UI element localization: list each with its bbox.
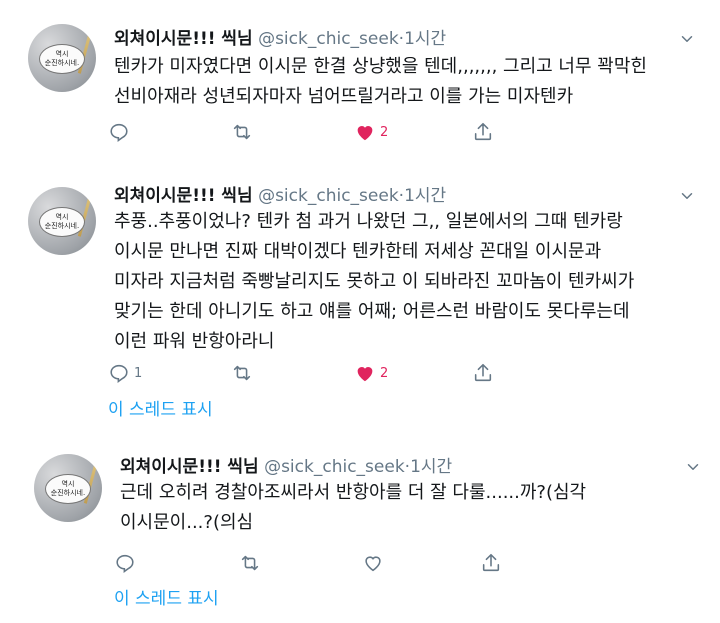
like-button[interactable]: 2 (354, 121, 388, 143)
tweet-text-line: 선비아재라 성년되자마자 넘어뜨릴거라고 이를 가는 미자텐카 (114, 86, 574, 107)
display-name[interactable]: 외쳐이시문!!! 씩님 (114, 186, 253, 206)
tweet-text-line: 텐카가 미자였다면 이시문 한결 상냥했을 텐데,,,,,,, 그리고 너무 꽉… (114, 56, 647, 77)
avatar-text-line: 역시 (55, 213, 69, 221)
reply-count: 1 (134, 365, 143, 381)
reply-button[interactable]: 1 (108, 362, 142, 384)
chevron-down-icon[interactable] (678, 30, 696, 48)
display-name[interactable]: 외쳐이시문!!! 씩님 (120, 457, 259, 477)
tweet-text: 추풍..추풍이었나? 텐카 첨 과거 나왔던 그,, 일본에서의 그때 텐카랑 … (114, 207, 704, 357)
tweet-1[interactable]: 역시 순진하시네. 외쳐이시문!!! 씩님 @sick_chic_seek·1시… (0, 0, 720, 165)
tweet-header: 외쳐이시문!!! 씩님 @sick_chic_seek·1시간 (120, 456, 452, 478)
share-icon (474, 363, 492, 382)
avatar[interactable]: 역시 순진하시네. (28, 24, 96, 92)
tweet-actions: 1 2 (108, 362, 528, 386)
timestamp[interactable]: 1시간 (404, 29, 446, 49)
share-button[interactable] (480, 552, 502, 574)
avatar-text-line: 역시 (55, 50, 69, 58)
tweet-header: 외쳐이시문!!! 씩님 @sick_chic_seek·1시간 (114, 28, 446, 50)
like-icon (365, 556, 381, 572)
share-button[interactable] (472, 121, 494, 143)
like-count: 2 (380, 365, 389, 381)
like-button[interactable] (362, 552, 388, 574)
like-button[interactable]: 2 (354, 362, 388, 384)
like-icon (357, 367, 373, 382)
tweet-3[interactable]: 역시 순진하시네. 외쳐이시문!!! 씩님 @sick_chic_seek·1시… (0, 430, 720, 623)
tweet-text: 근데 오히려 경찰아조씨라서 반항아를 더 잘 다룰......까?(심각 이시… (120, 478, 705, 538)
avatar-text-line: 순진하시네. (44, 222, 80, 230)
tweet-text-line: 추풍..추풍이었나? 텐카 첨 과거 나왔던 그,, 일본에서의 그때 텐카랑 (114, 211, 623, 232)
tweet-actions: 2 (108, 121, 528, 145)
avatar-text-line: 순진하시네. (50, 489, 86, 497)
avatar-speech-bubble: 역시 순진하시네. (39, 207, 85, 237)
timestamp[interactable]: 1시간 (404, 186, 446, 206)
avatar-text-line: 역시 (61, 480, 75, 488)
user-handle[interactable]: @sick_chic_seek (258, 186, 399, 206)
show-thread-link[interactable]: 이 스레드 표시 (108, 395, 213, 420)
like-count: 2 (380, 124, 389, 140)
reply-icon (110, 123, 128, 142)
like-icon (357, 126, 373, 141)
show-thread-link[interactable]: 이 스레드 표시 (114, 584, 219, 609)
chevron-down-icon[interactable] (684, 458, 702, 476)
chevron-down-icon[interactable] (678, 187, 696, 205)
avatar[interactable]: 역시 순진하시네. (34, 454, 102, 522)
timestamp[interactable]: 1시간 (410, 457, 452, 477)
avatar-speech-bubble: 역시 순진하시네. (45, 474, 91, 504)
retweet-icon (233, 365, 251, 381)
tweet-actions (114, 552, 534, 576)
tweet-text-line: 이시문이...?(의심 (120, 512, 254, 533)
reply-button[interactable] (114, 552, 140, 574)
tweet-text-line: 맞기는 한데 아니기도 하고 얘를 어째; 어른스런 바람이도 못다루는데 (114, 301, 630, 322)
tweet-header: 외쳐이시문!!! 씩님 @sick_chic_seek·1시간 (114, 185, 446, 207)
retweet-icon (241, 555, 259, 571)
retweet-button[interactable] (231, 121, 253, 143)
tweet-text-line: 이시문 만나면 진짜 대박이겠다 텐카한테 저세상 꼰대일 이시문과 (114, 241, 602, 262)
share-icon (482, 553, 500, 572)
display-name[interactable]: 외쳐이시문!!! 씩님 (114, 29, 253, 49)
avatar-text-line: 순진하시네. (44, 59, 80, 67)
user-handle[interactable]: @sick_chic_seek (264, 457, 405, 477)
user-handle[interactable]: @sick_chic_seek (258, 29, 399, 49)
reply-icon (116, 554, 134, 573)
reply-icon (110, 364, 128, 383)
reply-button[interactable] (108, 121, 134, 143)
retweet-button[interactable] (231, 362, 253, 384)
share-icon (474, 122, 492, 141)
retweet-button[interactable] (239, 552, 261, 574)
tweet-text: 텐카가 미자였다면 이시문 한결 상냥했을 텐데,,,,,,, 그리고 너무 꽉… (114, 52, 704, 112)
retweet-icon (233, 124, 251, 140)
tweet-2[interactable]: 역시 순진하시네. 외쳐이시문!!! 씩님 @sick_chic_seek·1시… (0, 165, 720, 430)
tweet-text-line: 근데 오히려 경찰아조씨라서 반항아를 더 잘 다룰......까?(심각 (120, 482, 587, 503)
share-button[interactable] (472, 362, 494, 384)
avatar[interactable]: 역시 순진하시네. (28, 187, 96, 255)
avatar-speech-bubble: 역시 순진하시네. (39, 44, 85, 74)
tweet-text-line: 이런 파워 반항아라니 (114, 331, 275, 352)
tweet-text-line: 미자라 지금처럼 죽빵날리지도 못하고 이 되바라진 꼬마놈이 텐카씨가 (114, 271, 635, 292)
